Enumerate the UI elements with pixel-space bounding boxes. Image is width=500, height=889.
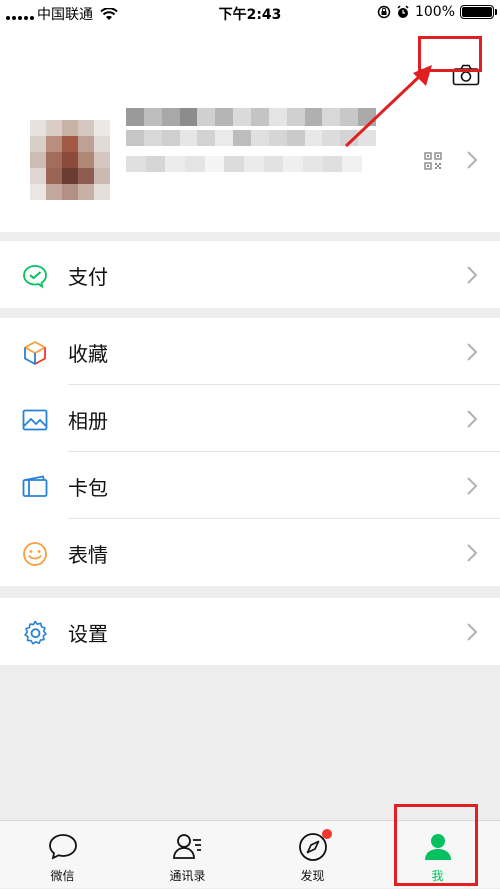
card-wallet-icon: [22, 475, 48, 497]
tab-chats[interactable]: 微信: [0, 821, 125, 889]
status-blurred: [126, 156, 363, 172]
contacts-icon: [172, 834, 201, 859]
battery-icon: [460, 5, 497, 19]
status-right: 100%: [377, 4, 497, 20]
menu-item-card-wallet[interactable]: 卡包: [0, 452, 500, 519]
menu-item-label: 设置: [68, 622, 108, 646]
menu-item-label: 相册: [68, 409, 108, 433]
menu-item-emoji[interactable]: 表情: [0, 519, 500, 586]
emoji-icon: [23, 542, 47, 566]
avatar[interactable]: [30, 120, 110, 200]
favorites-cube-icon: [24, 341, 46, 365]
menu-item-favorites[interactable]: 收藏: [0, 318, 500, 385]
tab-discover[interactable]: 发现: [250, 821, 375, 889]
menu-group-main: 收藏 相册 卡包 表情: [0, 318, 500, 586]
chevron-right-icon: [467, 343, 478, 361]
wechat-id-blurred: [126, 130, 377, 146]
chevron-right-icon: [467, 544, 478, 562]
chevron-right-icon: [467, 410, 478, 428]
rotation-lock-icon: [377, 5, 391, 19]
chevron-right-icon: [467, 151, 478, 169]
nickname-blurred: [126, 108, 377, 126]
menu-item-pay[interactable]: 支付: [0, 241, 500, 308]
menu-item-label: 收藏: [68, 342, 108, 366]
status-bar: 中国联通 下午2:43 100%: [0, 0, 500, 26]
notification-badge: [322, 829, 332, 839]
battery-percent: 100%: [414, 4, 455, 20]
chevron-right-icon: [467, 266, 478, 284]
red-arrow-annotation: [344, 65, 432, 148]
pay-icon: [23, 265, 47, 289]
settings-gear-icon: [24, 620, 47, 645]
menu-item-settings[interactable]: 设置: [0, 598, 500, 665]
menu-group-settings: 设置: [0, 598, 500, 665]
chat-bubble-icon: [48, 834, 77, 860]
menu-group-pay: 支付: [0, 241, 500, 308]
menu-item-label: 表情: [68, 543, 108, 567]
tab-contacts[interactable]: 通讯录: [125, 821, 250, 889]
chevron-right-icon: [467, 477, 478, 495]
me-tab-highlight-box: [394, 804, 478, 886]
menu-item-label: 卡包: [68, 476, 108, 500]
menu-item-album[interactable]: 相册: [0, 385, 500, 452]
qr-code-icon[interactable]: [424, 152, 442, 170]
tab-label: 通讯录: [169, 869, 206, 883]
chevron-right-icon: [467, 623, 478, 641]
alarm-icon: [397, 5, 409, 18]
album-icon: [22, 409, 48, 431]
tab-label: 发现: [300, 869, 325, 883]
tab-label: 微信: [50, 869, 75, 883]
menu-item-label: 支付: [68, 265, 108, 289]
